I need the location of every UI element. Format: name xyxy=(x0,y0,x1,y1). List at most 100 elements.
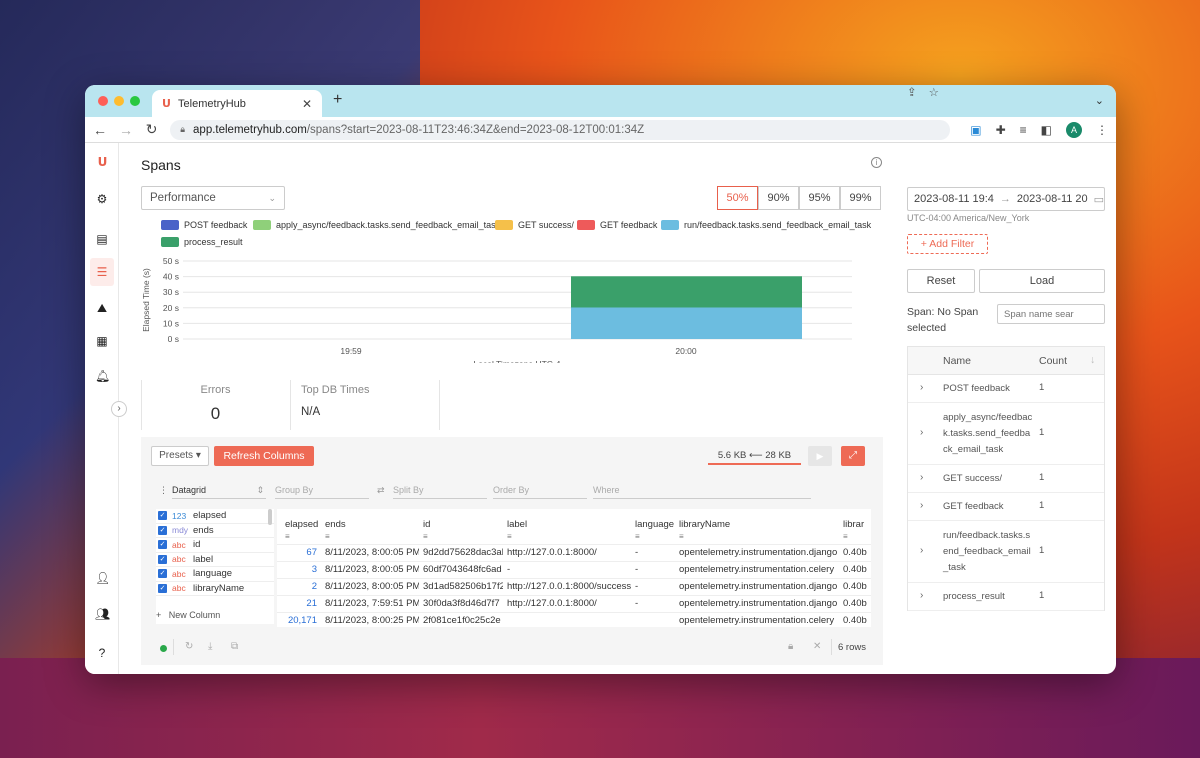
legend-item[interactable]: GET success/ xyxy=(495,220,574,230)
column-name: label xyxy=(193,553,214,565)
span-row[interactable]: › process_result 1 xyxy=(908,583,1104,611)
new-tab-button[interactable]: + xyxy=(333,91,342,109)
span-row[interactable]: › POST feedback 1 xyxy=(908,375,1104,403)
refresh-columns-button[interactable]: Refresh Columns xyxy=(214,446,314,466)
lock-icon[interactable]: 🔒︎ xyxy=(788,641,793,652)
span-row[interactable]: › GET success/1 xyxy=(908,465,1104,493)
close-icon[interactable]: ✕ xyxy=(813,641,821,652)
count-column-header[interactable]: Count xyxy=(1039,355,1067,367)
chevron-right-icon[interactable]: › xyxy=(920,427,923,438)
span-row[interactable]: › run/feedback.tasks.send_feedback_email_… xyxy=(908,521,1104,583)
sort-arrow-icon[interactable]: ↓ xyxy=(1090,354,1095,366)
legend-item[interactable]: GET feedback xyxy=(577,220,657,230)
help-icon[interactable]: ? xyxy=(95,646,109,660)
alerts-bell-icon[interactable]: 🔔︎ xyxy=(95,369,110,383)
span-row[interactable]: › apply_async/feedback.tasks.send_feedbac… xyxy=(908,403,1104,465)
forward-arrow-icon[interactable]: → xyxy=(119,122,133,138)
span-row[interactable]: › GET feedback 1 xyxy=(908,493,1104,521)
percentile-90-button[interactable]: 90% xyxy=(758,186,799,210)
column-header[interactable]: language xyxy=(635,519,674,530)
chevron-right-icon[interactable]: › xyxy=(920,545,923,556)
browser-tab[interactable]: Ս TelemetryHub ✕ xyxy=(152,90,322,117)
back-arrow-icon[interactable]: ← xyxy=(93,122,107,138)
services-icon[interactable]: ⚙ xyxy=(95,192,109,206)
legend-item[interactable]: POST feedback xyxy=(161,220,247,230)
info-icon[interactable]: i xyxy=(871,157,882,168)
minimize-window-button[interactable] xyxy=(114,96,124,106)
percentile-95-button[interactable]: 95% xyxy=(799,186,840,210)
reset-icon[interactable]: ↻ xyxy=(185,641,193,652)
date-range-picker[interactable]: 2023-08-11 19:4 → 2023-08-11 20 ▭ xyxy=(907,187,1105,211)
filter-panel: 2023-08-11 19:4 → 2023-08-11 20 ▭ UTC-04… xyxy=(907,143,1107,674)
telemetryhub-logo-icon[interactable]: Ս xyxy=(95,155,109,169)
group-by-field[interactable]: Group By xyxy=(275,485,369,499)
chevron-right-icon[interactable]: › xyxy=(920,472,923,483)
tables-icon[interactable]: ▤ xyxy=(95,232,109,246)
spans-list-icon[interactable]: ☰ xyxy=(95,265,109,279)
checkbox[interactable]: ✓ xyxy=(158,511,167,521)
checkbox[interactable]: ✓ xyxy=(158,525,167,535)
url-field[interactable]: 🔒︎ app.telemetryhub.com/spans?start=2023… xyxy=(170,87,951,140)
copy-icon[interactable]: ⧉ xyxy=(231,641,238,652)
legend-item[interactable]: apply_async/feedback.tasks.send_feedback… xyxy=(253,220,500,230)
chevron-right-icon[interactable]: › xyxy=(920,500,923,511)
column-header[interactable]: ends xyxy=(325,519,346,530)
column-item[interactable]: ✓ 123 elapsed xyxy=(156,509,274,524)
chevron-right-icon[interactable]: › xyxy=(920,590,923,601)
fullscreen-icon[interactable]: ⤢ xyxy=(841,446,865,466)
column-header[interactable]: librar xyxy=(843,519,864,530)
column-item[interactable]: ✓ abc label xyxy=(156,553,274,567)
play-icon[interactable]: ▶ xyxy=(808,446,832,466)
name-column-header[interactable]: Name xyxy=(943,355,971,367)
view-select[interactable]: Performance ⌄ xyxy=(141,186,285,210)
column-item[interactable]: ✓ abc language xyxy=(156,567,274,582)
column-menu-icon[interactable]: ≡ xyxy=(843,532,848,541)
order-by-field[interactable]: Order By xyxy=(493,485,587,499)
dashboard-icon[interactable]: ⛰ xyxy=(95,301,109,315)
chevron-right-icon[interactable]: › xyxy=(920,382,923,393)
checkbox[interactable]: ✓ xyxy=(158,583,167,593)
legend-item[interactable]: run/feedback.tasks.send_feedback_email_t… xyxy=(661,220,871,230)
logs-document-icon[interactable]: ▦ xyxy=(95,334,109,348)
column-item[interactable]: ✓ abc libraryName xyxy=(156,582,274,596)
reset-button[interactable]: Reset xyxy=(907,269,975,293)
span-search-input[interactable] xyxy=(997,304,1105,324)
add-filter-button[interactable]: + Add Filter xyxy=(907,234,988,254)
column-list-scrollbar[interactable] xyxy=(268,509,272,525)
column-header[interactable]: id xyxy=(423,519,430,530)
download-icon[interactable]: ⤓ xyxy=(208,641,212,652)
percentile-50-button[interactable]: 50% xyxy=(717,186,758,210)
checkbox[interactable]: ✓ xyxy=(158,540,167,550)
column-header[interactable]: libraryName xyxy=(679,519,730,530)
checkbox[interactable]: ✓ xyxy=(158,569,167,579)
column-item[interactable]: ✓ mdy ends xyxy=(156,524,274,538)
where-field[interactable]: Where xyxy=(593,485,811,499)
column-menu-icon[interactable]: ≡ xyxy=(325,532,330,541)
swap-icon[interactable]: ⇄ xyxy=(377,485,385,496)
presets-button[interactable]: Presets ▾ xyxy=(151,446,209,466)
column-item[interactable]: ✓ abc id xyxy=(156,538,274,553)
column-menu-icon[interactable]: ≡ xyxy=(635,532,640,541)
column-header[interactable]: elapsed xyxy=(285,519,318,530)
load-button[interactable]: Load xyxy=(979,269,1105,293)
drag-handle-icon[interactable]: ⋮ xyxy=(159,485,168,496)
split-by-field[interactable]: Split By xyxy=(393,485,487,499)
column-menu-icon[interactable]: ≡ xyxy=(423,532,428,541)
column-menu-icon[interactable]: ≡ xyxy=(679,532,684,541)
close-tab-icon[interactable]: ✕ xyxy=(302,97,312,111)
reload-icon[interactable]: ↻ xyxy=(145,121,158,138)
legend-item[interactable]: process_result xyxy=(161,237,243,247)
maximize-window-button[interactable] xyxy=(130,96,140,106)
percentile-99-button[interactable]: 99% xyxy=(840,186,881,210)
table-cell: 8/11/2023, 8:00:05 PM xyxy=(325,564,419,575)
column-menu-icon[interactable]: ≡ xyxy=(285,532,290,541)
plugin-select[interactable]: Datagrid ⇕ xyxy=(172,485,266,499)
new-column-button[interactable]: + New Column xyxy=(156,610,220,620)
column-header[interactable]: label xyxy=(507,519,527,530)
expand-sidebar-chevron-icon[interactable]: › xyxy=(111,401,127,417)
user-icon[interactable]: 👤︎ xyxy=(95,571,110,585)
team-icon[interactable]: 👥︎ xyxy=(95,607,110,621)
column-menu-icon[interactable]: ≡ xyxy=(507,532,512,541)
close-window-button[interactable] xyxy=(98,96,108,106)
checkbox[interactable]: ✓ xyxy=(158,554,167,564)
